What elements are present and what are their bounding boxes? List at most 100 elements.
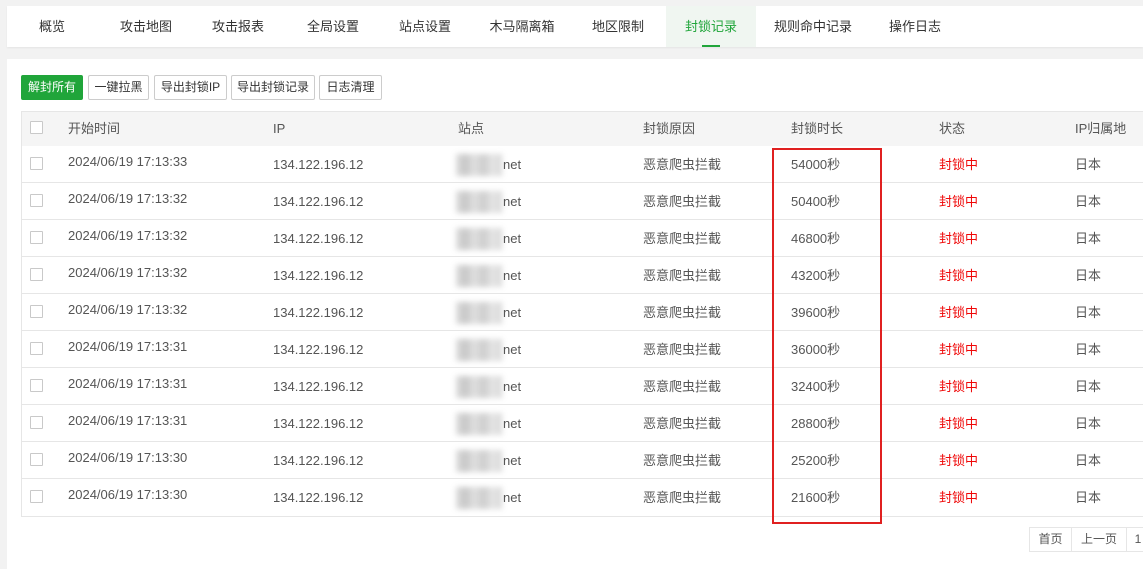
clear-logs-button[interactable]: 日志清理 xyxy=(319,75,382,100)
tab-global-settings[interactable]: 全局设置 xyxy=(297,6,369,47)
row-checkbox[interactable] xyxy=(30,231,43,244)
tab-trojan-quarantine[interactable]: 木马隔离箱 xyxy=(481,6,563,47)
redacted-site-prefix xyxy=(456,487,502,509)
table-row[interactable]: 2024/06/19 17:13:32 134.122.196.12 net 恶… xyxy=(22,220,1143,257)
row-checkbox[interactable] xyxy=(30,342,43,355)
redacted-site-prefix xyxy=(456,302,502,324)
row-checkbox[interactable] xyxy=(30,268,43,281)
row-site: net xyxy=(503,305,522,320)
header-reason[interactable]: 封锁原因 xyxy=(643,112,695,146)
row-start-time: 2024/06/19 17:13:32 xyxy=(68,265,188,280)
table-row[interactable]: 2024/06/19 17:13:30 134.122.196.12 net 恶… xyxy=(22,479,1143,516)
row-ip-location: 日本 xyxy=(1075,342,1102,357)
header-ip[interactable]: IP xyxy=(273,112,285,146)
table-row[interactable]: 2024/06/19 17:13:32 134.122.196.12 net 恶… xyxy=(22,257,1143,294)
tab-rule-hit-records[interactable]: 规则命中记录 xyxy=(766,6,860,47)
row-start-time: 2024/06/19 17:13:30 xyxy=(68,487,188,502)
row-ip-location: 日本 xyxy=(1075,453,1102,468)
row-site: net xyxy=(503,231,522,246)
row-status: 封锁中 xyxy=(939,231,979,246)
row-checkbox[interactable] xyxy=(30,453,43,466)
table-row[interactable]: 2024/06/19 17:13:33 134.122.196.12 net 恶… xyxy=(22,146,1143,183)
row-duration: 43200秒 xyxy=(791,268,841,283)
row-ip-location: 日本 xyxy=(1075,157,1102,172)
row-site: net xyxy=(503,342,522,357)
row-ip: 134.122.196.12 xyxy=(273,379,364,394)
tab-attack-report[interactable]: 攻击报表 xyxy=(204,6,272,47)
row-duration: 46800秒 xyxy=(791,231,841,246)
tab-attack-map[interactable]: 攻击地图 xyxy=(112,6,180,47)
row-duration: 50400秒 xyxy=(791,194,841,209)
select-all-checkbox[interactable] xyxy=(30,121,43,134)
table-row[interactable]: 2024/06/19 17:13:32 134.122.196.12 net 恶… xyxy=(22,294,1143,331)
row-ip-location: 日本 xyxy=(1075,416,1102,431)
header-duration[interactable]: 封锁时长 xyxy=(791,112,843,146)
redacted-site-prefix xyxy=(456,228,502,250)
prev-page-button[interactable]: 上一页 xyxy=(1071,527,1127,552)
tab-block-records[interactable]: 封锁记录 xyxy=(666,6,756,47)
table-row[interactable]: 2024/06/19 17:13:31 134.122.196.12 net 恶… xyxy=(22,405,1143,442)
row-start-time: 2024/06/19 17:13:30 xyxy=(68,450,188,465)
row-reason: 恶意爬虫拦截 xyxy=(643,379,722,394)
row-site: net xyxy=(503,453,522,468)
row-site: net xyxy=(503,157,522,172)
top-tab-bar: 概览 攻击地图 攻击报表 全局设置 站点设置 木马隔离箱 地区限制 封锁记录 规… xyxy=(7,6,1143,47)
block-records-table: 开始时间 IP 站点 封锁原因 封锁时长 状态 IP归属地 2024/06/19… xyxy=(21,111,1143,517)
row-ip-location: 日本 xyxy=(1075,194,1102,209)
row-ip: 134.122.196.12 xyxy=(273,268,364,283)
row-status: 封锁中 xyxy=(939,342,979,357)
row-start-time: 2024/06/19 17:13:31 xyxy=(68,339,188,354)
row-duration: 36000秒 xyxy=(791,342,841,357)
redacted-site-prefix xyxy=(456,191,502,213)
row-duration: 25200秒 xyxy=(791,453,841,468)
table-row[interactable]: 2024/06/19 17:13:31 134.122.196.12 net 恶… xyxy=(22,368,1143,405)
first-page-button[interactable]: 首页 xyxy=(1029,527,1072,552)
row-start-time: 2024/06/19 17:13:33 xyxy=(68,154,188,169)
row-site: net xyxy=(503,268,522,283)
page-1-button[interactable]: 1 xyxy=(1126,527,1143,552)
row-ip-location: 日本 xyxy=(1075,379,1102,394)
row-reason: 恶意爬虫拦截 xyxy=(643,305,722,320)
table-row[interactable]: 2024/06/19 17:13:32 134.122.196.12 net 恶… xyxy=(22,183,1143,220)
row-ip: 134.122.196.12 xyxy=(273,194,364,209)
one-click-blacklist-button[interactable]: 一键拉黑 xyxy=(88,75,149,100)
row-ip-location: 日本 xyxy=(1075,231,1102,246)
tab-overview[interactable]: 概览 xyxy=(24,6,80,47)
export-block-records-button[interactable]: 导出封锁记录 xyxy=(231,75,315,100)
row-checkbox[interactable] xyxy=(30,379,43,392)
row-ip: 134.122.196.12 xyxy=(273,453,364,468)
row-checkbox[interactable] xyxy=(30,194,43,207)
row-reason: 恶意爬虫拦截 xyxy=(643,268,722,283)
row-duration: 32400秒 xyxy=(791,379,841,394)
row-ip: 134.122.196.12 xyxy=(273,157,364,172)
table-row[interactable]: 2024/06/19 17:13:31 134.122.196.12 net 恶… xyxy=(22,331,1143,368)
row-status: 封锁中 xyxy=(939,416,979,431)
header-ip-location[interactable]: IP归属地 xyxy=(1075,112,1126,146)
row-status: 封锁中 xyxy=(939,379,979,394)
row-reason: 恶意爬虫拦截 xyxy=(643,157,722,172)
tab-region-limit[interactable]: 地区限制 xyxy=(581,6,655,47)
row-site: net xyxy=(503,194,522,209)
row-start-time: 2024/06/19 17:13:32 xyxy=(68,302,188,317)
table-header: 开始时间 IP 站点 封锁原因 封锁时长 状态 IP归属地 xyxy=(22,112,1143,146)
row-checkbox[interactable] xyxy=(30,416,43,429)
export-blocked-ip-button[interactable]: 导出封锁IP xyxy=(154,75,227,100)
row-checkbox[interactable] xyxy=(30,490,43,503)
unblock-all-button[interactable]: 解封所有 xyxy=(21,75,83,100)
row-checkbox[interactable] xyxy=(30,157,43,170)
header-status[interactable]: 状态 xyxy=(939,112,965,146)
row-checkbox[interactable] xyxy=(30,305,43,318)
header-site[interactable]: 站点 xyxy=(458,112,484,146)
table-row[interactable]: 2024/06/19 17:13:30 134.122.196.12 net 恶… xyxy=(22,442,1143,479)
row-reason: 恶意爬虫拦截 xyxy=(643,342,722,357)
row-start-time: 2024/06/19 17:13:31 xyxy=(68,413,188,428)
tab-site-settings[interactable]: 站点设置 xyxy=(388,6,462,47)
row-site: net xyxy=(503,379,522,394)
row-status: 封锁中 xyxy=(939,490,979,505)
row-site: net xyxy=(503,416,522,431)
row-ip: 134.122.196.12 xyxy=(273,416,364,431)
row-ip: 134.122.196.12 xyxy=(273,490,364,505)
header-start-time[interactable]: 开始时间 xyxy=(68,112,120,146)
tab-operation-log[interactable]: 操作日志 xyxy=(879,6,951,47)
row-status: 封锁中 xyxy=(939,453,979,468)
